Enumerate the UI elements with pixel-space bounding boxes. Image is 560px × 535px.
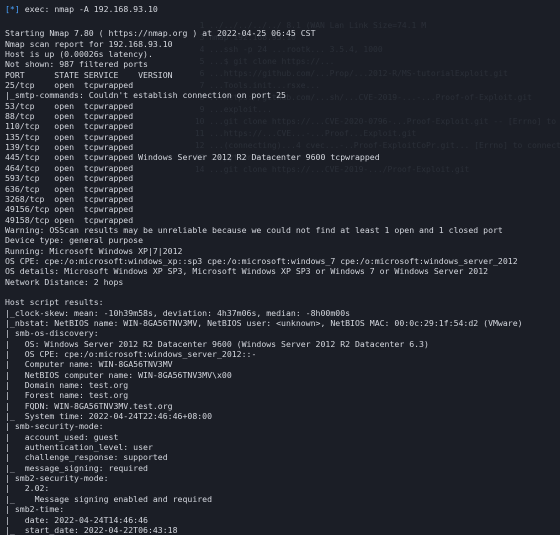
output-line: | Forest name: test.org [5, 390, 129, 401]
output-line: | date: 2022-04-24T14:46:46 [5, 514, 148, 525]
output-line: | challenge_response: supported [5, 452, 168, 463]
output-line: | smb2-security-mode: [5, 473, 109, 484]
output-line: 25/tcp open tcpwrapped [5, 80, 134, 91]
output-line: | Domain name: test.org [5, 380, 129, 391]
output-line: 139/tcp open tcpwrapped [5, 142, 134, 153]
output-line: |_smtp-commands: Couldn't establish conn… [5, 90, 286, 101]
output-line: |_ Message signing enabled and required [5, 493, 213, 504]
output-line: | smb-os-discovery: [5, 328, 99, 339]
output-line: OS details: Microsoft Windows XP SP3, Mi… [5, 266, 489, 277]
output-line: 464/tcp open tcpwrapped [5, 162, 134, 173]
output-line: | account_used: guest [5, 431, 119, 442]
output-line: OS CPE: cpe:/o:microsoft:windows_xp::sp3… [5, 255, 518, 266]
nmap-output: Starting Nmap 7.80 ( https://nmap.org ) … [5, 18, 560, 535]
exec-label: exec: [19, 4, 55, 14]
output-line: 110/tcp open tcpwrapped [5, 121, 134, 132]
output-line: Warning: OSScan results may be unreliabl… [5, 224, 503, 235]
output-line: |_clock-skew: mean: -10h39m58s, deviatio… [5, 307, 351, 318]
output-line: |_ message_signing: required [5, 462, 148, 473]
output-line: 636/tcp open tcpwrapped [5, 183, 134, 194]
output-line: 135/tcp open tcpwrapped [5, 131, 134, 142]
output-line: Running: Microsoft Windows XP|7|2012 [5, 245, 183, 256]
output-line: |_nbstat: NetBIOS name: WIN-8GA56TNV3MV,… [5, 317, 523, 328]
output-line: Not shown: 987 filtered ports [5, 59, 148, 70]
output-line: 445/tcp open tcpwrapped Windows Server 2… [5, 152, 380, 163]
output-line: 53/tcp open tcpwrapped [5, 100, 134, 111]
output-line: |_ System time: 2022-04-24T22:46:46+08:0… [5, 411, 213, 422]
terminal-window[interactable]: 1 ../../../../../ 8.1 (WAN Lan Link Size… [0, 0, 560, 535]
output-line: PORT STATE SERVICE VERSION [5, 69, 173, 80]
output-line: | OS: Windows Server 2012 R2 Datacenter … [5, 338, 429, 349]
output-line: 88/tcp open tcpwrapped [5, 111, 134, 122]
exec-command: nmap -A 192.168.93.10 [54, 4, 158, 14]
output-line: Device type: general purpose [5, 235, 144, 246]
output-line: Starting Nmap 7.80 ( https://nmap.org ) … [5, 28, 316, 39]
output-line: 49156/tcp open tcpwrapped [5, 204, 134, 215]
output-line: |_ start_date: 2022-04-22T06:43:18 [5, 524, 178, 535]
output-line: | NetBIOS computer name: WIN-8GA56TNV3MV… [5, 369, 232, 380]
output-line: | smb2-time: [5, 504, 65, 515]
output-line: Host is up (0.00026s latency). [5, 49, 153, 60]
output-line: 49158/tcp open tcpwrapped [5, 214, 134, 225]
output-line: | smb-security-mode: [5, 421, 104, 432]
output-line: | FQDN: WIN-8GA56TNV3MV.test.org [5, 400, 173, 411]
output-line: Host script results: [5, 297, 104, 308]
exec-header: [*] exec: nmap -A 192.168.93.10 [5, 4, 560, 18]
output-line: Network Distance: 2 hops [5, 276, 124, 287]
output-line: | OS CPE: cpe:/o:microsoft:windows_serve… [5, 349, 257, 359]
output-line: Nmap scan report for 192.168.93.10 [5, 38, 173, 49]
output-line: | 2.02: [5, 483, 50, 494]
status-tag: [*] [5, 4, 20, 14]
output-line: 593/tcp open tcpwrapped [5, 173, 134, 184]
output-line: | Computer name: WIN-8GA56TNV3MV [5, 359, 173, 370]
output-line: | authentication_level: user [5, 442, 153, 453]
output-line: 3268/tcp open tcpwrapped [5, 193, 134, 204]
